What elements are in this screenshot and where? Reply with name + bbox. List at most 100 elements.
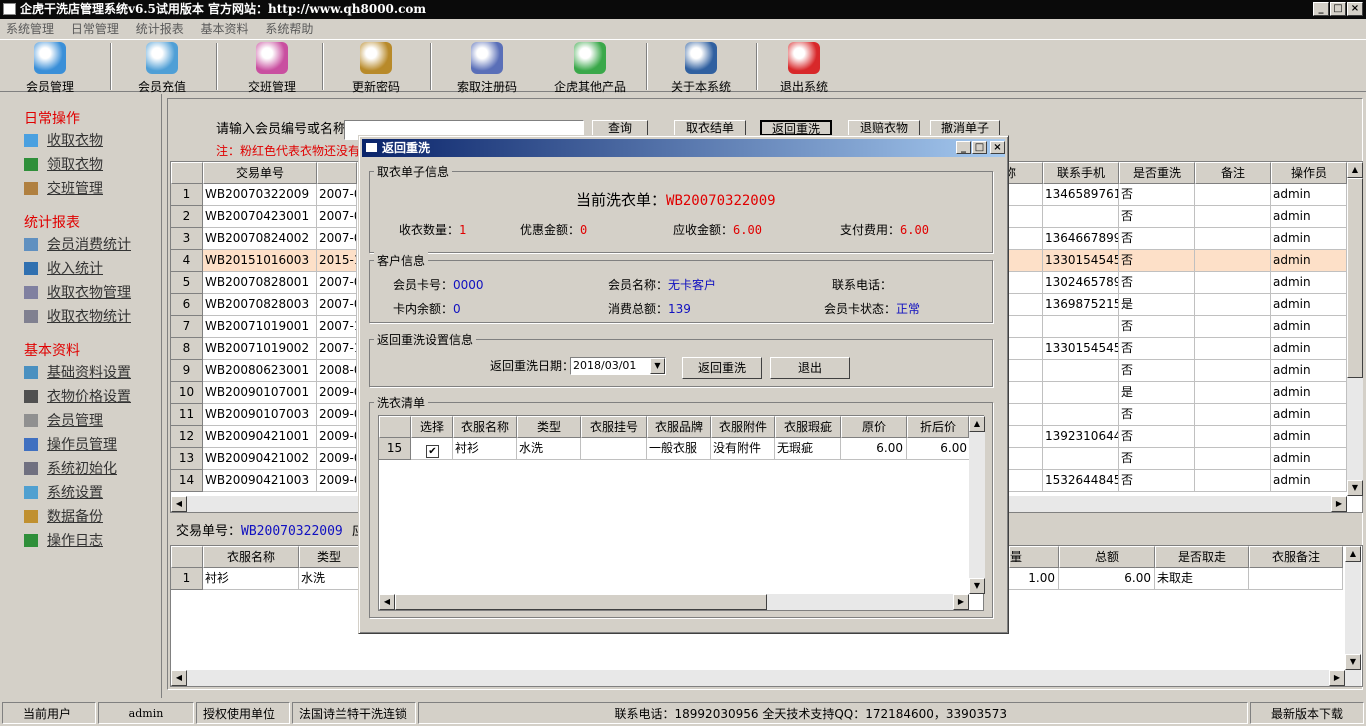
order-rewash-cell[interactable]: 否 [1119, 184, 1195, 206]
col-cloth-type[interactable]: 类型 [299, 546, 359, 568]
menu-daily[interactable]: 日常管理 [71, 22, 119, 36]
order-remark-cell[interactable] [1195, 184, 1271, 206]
wash-list-hscroll[interactable]: ◀ ▶ [379, 594, 969, 610]
order-phone-cell[interactable] [1043, 404, 1119, 426]
sidebar-item-basic-settings[interactable]: 基础资料设置 [24, 364, 131, 382]
col-order-id[interactable]: 交易单号 [203, 162, 317, 184]
dialog-maximize-button[interactable]: □ [972, 141, 987, 154]
toolbar-member-button[interactable]: 会员管理 [18, 42, 82, 94]
col-list-tag[interactable]: 衣服挂号 [581, 416, 647, 438]
col-operator[interactable]: 操作员 [1271, 162, 1347, 184]
col-cloth-note[interactable]: 衣服备注 [1249, 546, 1343, 568]
order-rewash-cell[interactable]: 否 [1119, 360, 1195, 382]
compensate-button[interactable]: 退赔衣物 [848, 120, 920, 136]
order-phone-cell[interactable] [1043, 206, 1119, 228]
order-remark-cell[interactable] [1195, 360, 1271, 382]
order-operator-cell[interactable]: admin [1271, 184, 1347, 206]
order-operator-cell[interactable]: admin [1271, 448, 1347, 470]
dialog-title-bar[interactable]: 返回重洗 _ □ × [362, 139, 1005, 157]
order-rewash-cell[interactable]: 否 [1119, 448, 1195, 470]
order-rewash-cell[interactable]: 否 [1119, 206, 1195, 228]
menu-system[interactable]: 系统管理 [6, 22, 54, 36]
order-remark-cell[interactable] [1195, 382, 1271, 404]
order-remark-cell[interactable] [1195, 294, 1271, 316]
order-date-cell[interactable]: 2009-04 [317, 470, 357, 492]
sidebar-item-price-settings[interactable]: 衣物价格设置 [24, 388, 131, 406]
cloth-note-cell[interactable] [1249, 568, 1343, 590]
order-rewash-cell[interactable]: 否 [1119, 338, 1195, 360]
order-remark-cell[interactable] [1195, 470, 1271, 492]
order-operator-cell[interactable]: admin [1271, 250, 1347, 272]
order-operator-cell[interactable]: admin [1271, 294, 1347, 316]
cloth-taken-cell[interactable]: 未取走 [1155, 568, 1249, 590]
sidebar-item-system-settings[interactable]: 系统设置 [24, 484, 103, 502]
sidebar-item-operator-manage[interactable]: 操作员管理 [24, 436, 117, 454]
scroll-up-icon[interactable]: ▲ [1347, 162, 1363, 178]
order-phone-cell[interactable] [1043, 316, 1119, 338]
order-remark-cell[interactable] [1195, 404, 1271, 426]
order-date-cell[interactable]: 2007-08 [317, 272, 357, 294]
order-phone-cell[interactable]: 13465897611 [1043, 184, 1119, 206]
order-phone-cell[interactable]: 13024657896 [1043, 272, 1119, 294]
order-id-cell[interactable]: WB20151016003 [203, 250, 317, 272]
order-phone-cell[interactable]: 13301545450 [1043, 338, 1119, 360]
order-date-cell[interactable]: 2009-01 [317, 382, 357, 404]
toolbar-products-button[interactable]: 企虎其他产品 [550, 42, 630, 94]
order-date-cell[interactable]: 2009-04 [317, 426, 357, 448]
order-date-cell[interactable]: 2009-04 [317, 448, 357, 470]
order-id-cell[interactable]: WB20071019002 [203, 338, 317, 360]
toolbar-about-button[interactable]: 关于本系统 [666, 42, 736, 94]
toolbar-recharge-button[interactable]: 会员充值 [130, 42, 194, 94]
toolbar-register-button[interactable]: 索取注册码 [452, 42, 522, 94]
scroll-right-icon[interactable]: ▶ [1329, 670, 1345, 686]
order-date-cell[interactable]: 2007-04 [317, 206, 357, 228]
col-list-type[interactable]: 类型 [517, 416, 581, 438]
col-remark[interactable]: 备注 [1195, 162, 1271, 184]
order-operator-cell[interactable]: admin [1271, 426, 1347, 448]
scroll-down-icon[interactable]: ▼ [1347, 480, 1363, 496]
sidebar-item-init[interactable]: 系统初始化 [24, 460, 117, 478]
order-rewash-cell[interactable]: 否 [1119, 316, 1195, 338]
order-operator-cell[interactable]: admin [1271, 470, 1347, 492]
order-date-cell[interactable]: 2007-08 [317, 228, 357, 250]
order-id-cell[interactable]: WB20070322009 [203, 184, 317, 206]
sidebar-item-member-stats[interactable]: 会员消费统计 [24, 236, 131, 254]
order-operator-cell[interactable]: admin [1271, 272, 1347, 294]
order-rewash-cell[interactable]: 是 [1119, 294, 1195, 316]
order-id-cell[interactable]: WB20090421002 [203, 448, 317, 470]
scroll-up-icon[interactable]: ▲ [1345, 546, 1361, 562]
order-id-cell[interactable]: WB20090421003 [203, 470, 317, 492]
order-rewash-cell[interactable]: 否 [1119, 470, 1195, 492]
menu-help[interactable]: 系统帮助 [265, 22, 313, 36]
exit-dialog-button[interactable]: 退出 [770, 357, 850, 379]
dialog-minimize-button[interactable]: _ [956, 141, 971, 154]
toolbar-password-button[interactable]: 更新密码 [344, 42, 408, 94]
order-operator-cell[interactable]: admin [1271, 228, 1347, 250]
minimize-button[interactable]: _ [1313, 2, 1329, 16]
order-rewash-cell[interactable]: 否 [1119, 426, 1195, 448]
order-operator-cell[interactable]: admin [1271, 382, 1347, 404]
col-list-price[interactable]: 原价 [841, 416, 907, 438]
order-rewash-cell[interactable]: 否 [1119, 250, 1195, 272]
sidebar-item-receive-manage[interactable]: 收取衣物管理 [24, 284, 131, 302]
order-id-cell[interactable]: WB20090107001 [203, 382, 317, 404]
scroll-left-icon[interactable]: ◀ [171, 670, 187, 686]
order-remark-cell[interactable] [1195, 206, 1271, 228]
order-rewash-cell[interactable]: 否 [1119, 404, 1195, 426]
menu-basic[interactable]: 基本资料 [201, 22, 249, 36]
order-date-cell[interactable]: 2007-08 [317, 294, 357, 316]
dialog-close-button[interactable]: × [990, 141, 1005, 154]
toolbar-exit-button[interactable]: 退出系统 [774, 42, 834, 94]
order-id-cell[interactable]: WB20070824002 [203, 228, 317, 250]
col-cloth-name[interactable]: 衣服名称 [203, 546, 299, 568]
order-id-cell[interactable]: WB20070828001 [203, 272, 317, 294]
status-download-link[interactable]: 最新版本下载 [1250, 702, 1364, 724]
order-phone-cell[interactable] [1043, 448, 1119, 470]
scroll-down-icon[interactable]: ▼ [1345, 654, 1361, 670]
list-price-cell[interactable]: 6.00 [841, 438, 907, 460]
order-remark-cell[interactable] [1195, 448, 1271, 470]
order-id-cell[interactable]: WB20071019001 [203, 316, 317, 338]
sidebar-item-shift[interactable]: 交班管理 [24, 180, 103, 198]
order-id-cell[interactable]: WB20070423001 [203, 206, 317, 228]
wash-list-hscroll-thumb[interactable] [395, 594, 767, 610]
